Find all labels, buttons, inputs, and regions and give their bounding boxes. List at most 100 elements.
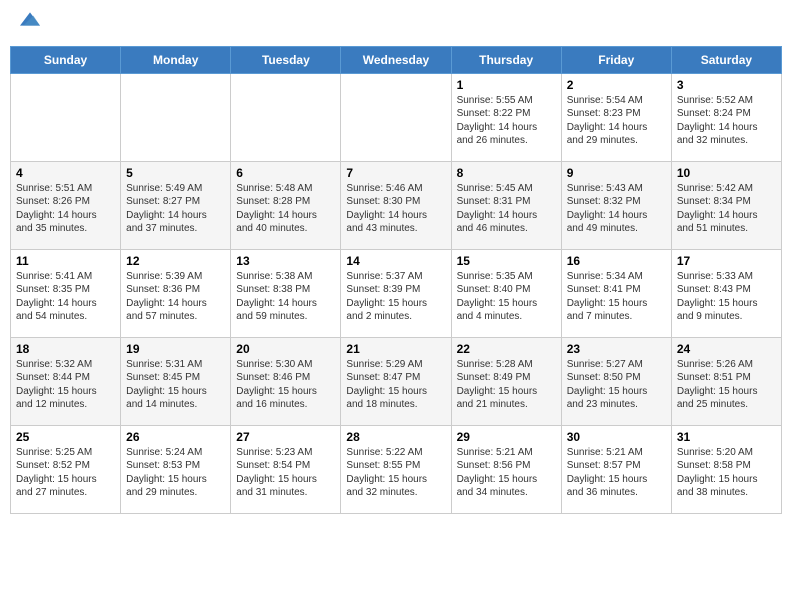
day-number: 31 [677, 430, 776, 444]
calendar-cell: 19 Sunrise: 5:31 AMSunset: 8:45 PMDayligh… [121, 337, 231, 425]
day-info: Sunrise: 5:33 AMSunset: 8:43 PMDaylight:… [677, 270, 776, 324]
day-info: Sunrise: 5:24 AMSunset: 8:53 PMDaylight:… [126, 446, 225, 500]
day-info: Sunrise: 5:21 AMSunset: 8:57 PMDaylight:… [567, 446, 666, 500]
day-number: 28 [346, 430, 445, 444]
day-info: Sunrise: 5:21 AMSunset: 8:56 PMDaylight:… [457, 446, 556, 500]
day-info: Sunrise: 5:22 AMSunset: 8:55 PMDaylight:… [346, 446, 445, 500]
calendar-cell: 16 Sunrise: 5:34 AMSunset: 8:41 PMDayligh… [561, 249, 671, 337]
calendar-week-5: 25Sunrise: 5:25 AMSunset: 8:52 PMDayligh… [11, 425, 782, 513]
logo-icon [20, 9, 40, 29]
day-info: Sunrise: 5:29 AMSunset: 8:47 PMDaylight:… [346, 358, 445, 412]
day-number: 10 [677, 166, 776, 180]
calendar-cell: 20 Sunrise: 5:30 AMSunset: 8:46 PMDayligh… [231, 337, 341, 425]
day-info: Sunrise: 5:31 AMSunset: 8:45 PMDaylight:… [126, 358, 225, 412]
calendar-week-4: 18 Sunrise: 5:32 AMSunset: 8:44 PMDayligh… [11, 337, 782, 425]
logo [18, 14, 40, 34]
calendar-week-1: 1 Sunrise: 5:55 AMSunset: 8:22 PMDaylight… [11, 73, 782, 161]
calendar-cell: 30 Sunrise: 5:21 AMSunset: 8:57 PMDayligh… [561, 425, 671, 513]
day-number: 18 [16, 342, 115, 356]
day-number: 5 [126, 166, 225, 180]
day-number: 7 [346, 166, 445, 180]
day-number: 17 [677, 254, 776, 268]
day-info: Sunrise: 5:37 AMSunset: 8:39 PMDaylight:… [346, 270, 445, 324]
calendar-cell: 18 Sunrise: 5:32 AMSunset: 8:44 PMDayligh… [11, 337, 121, 425]
calendar-cell: 17 Sunrise: 5:33 AMSunset: 8:43 PMDayligh… [671, 249, 781, 337]
day-number: 23 [567, 342, 666, 356]
calendar-cell: 27 Sunrise: 5:23 AMSunset: 8:54 PMDayligh… [231, 425, 341, 513]
calendar-cell [121, 73, 231, 161]
day-info: Sunrise: 5:30 AMSunset: 8:46 PMDaylight:… [236, 358, 335, 412]
calendar-cell: 3 Sunrise: 5:52 AMSunset: 8:24 PMDaylight… [671, 73, 781, 161]
calendar-cell [341, 73, 451, 161]
weekday-header-monday: Monday [121, 46, 231, 73]
calendar-week-3: 11 Sunrise: 5:41 AMSunset: 8:35 PMDayligh… [11, 249, 782, 337]
calendar-cell: 26 Sunrise: 5:24 AMSunset: 8:53 PMDayligh… [121, 425, 231, 513]
calendar-cell: 15Sunrise: 5:35 AMSunset: 8:40 PMDayligh… [451, 249, 561, 337]
day-number: 9 [567, 166, 666, 180]
calendar-cell: 7 Sunrise: 5:46 AMSunset: 8:30 PMDaylight… [341, 161, 451, 249]
calendar-cell: 2 Sunrise: 5:54 AMSunset: 8:23 PMDaylight… [561, 73, 671, 161]
day-number: 8 [457, 166, 556, 180]
calendar-cell: 1 Sunrise: 5:55 AMSunset: 8:22 PMDaylight… [451, 73, 561, 161]
calendar-cell: 12Sunrise: 5:39 AMSunset: 8:36 PMDayligh… [121, 249, 231, 337]
day-info: Sunrise: 5:51 AMSunset: 8:26 PMDaylight:… [16, 182, 115, 236]
day-number: 19 [126, 342, 225, 356]
calendar-cell: 22 Sunrise: 5:28 AMSunset: 8:49 PMDayligh… [451, 337, 561, 425]
calendar-cell: 28 Sunrise: 5:22 AMSunset: 8:55 PMDayligh… [341, 425, 451, 513]
day-info: Sunrise: 5:26 AMSunset: 8:51 PMDaylight:… [677, 358, 776, 412]
calendar-cell [231, 73, 341, 161]
day-number: 26 [126, 430, 225, 444]
day-number: 4 [16, 166, 115, 180]
calendar-cell: 24 Sunrise: 5:26 AMSunset: 8:51 PMDayligh… [671, 337, 781, 425]
day-number: 11 [16, 254, 115, 268]
day-info: Sunrise: 5:23 AMSunset: 8:54 PMDaylight:… [236, 446, 335, 500]
calendar-cell: 6 Sunrise: 5:48 AMSunset: 8:28 PMDaylight… [231, 161, 341, 249]
calendar-cell: 31 Sunrise: 5:20 AMSunset: 8:58 PMDayligh… [671, 425, 781, 513]
day-number: 27 [236, 430, 335, 444]
day-info: Sunrise: 5:52 AMSunset: 8:24 PMDaylight:… [677, 94, 776, 148]
day-info: Sunrise: 5:45 AMSunset: 8:31 PMDaylight:… [457, 182, 556, 236]
day-number: 24 [677, 342, 776, 356]
day-info: Sunrise: 5:39 AMSunset: 8:36 PMDaylight:… [126, 270, 225, 324]
day-number: 20 [236, 342, 335, 356]
day-info: Sunrise: 5:32 AMSunset: 8:44 PMDaylight:… [16, 358, 115, 412]
day-info: Sunrise: 5:28 AMSunset: 8:49 PMDaylight:… [457, 358, 556, 412]
day-info: Sunrise: 5:41 AMSunset: 8:35 PMDaylight:… [16, 270, 115, 324]
calendar-header: SundayMondayTuesdayWednesdayThursdayFrid… [11, 46, 782, 73]
calendar-cell: 25Sunrise: 5:25 AMSunset: 8:52 PMDayligh… [11, 425, 121, 513]
day-number: 14 [346, 254, 445, 268]
day-info: Sunrise: 5:49 AMSunset: 8:27 PMDaylight:… [126, 182, 225, 236]
page-header [10, 10, 782, 38]
day-info: Sunrise: 5:48 AMSunset: 8:28 PMDaylight:… [236, 182, 335, 236]
day-number: 13 [236, 254, 335, 268]
day-number: 29 [457, 430, 556, 444]
day-info: Sunrise: 5:20 AMSunset: 8:58 PMDaylight:… [677, 446, 776, 500]
calendar-cell: 9 Sunrise: 5:43 AMSunset: 8:32 PMDaylight… [561, 161, 671, 249]
day-info: Sunrise: 5:43 AMSunset: 8:32 PMDaylight:… [567, 182, 666, 236]
day-info: Sunrise: 5:46 AMSunset: 8:30 PMDaylight:… [346, 182, 445, 236]
day-info: Sunrise: 5:38 AMSunset: 8:38 PMDaylight:… [236, 270, 335, 324]
day-number: 22 [457, 342, 556, 356]
weekday-header-tuesday: Tuesday [231, 46, 341, 73]
calendar-cell: 5 Sunrise: 5:49 AMSunset: 8:27 PMDaylight… [121, 161, 231, 249]
weekday-header-thursday: Thursday [451, 46, 561, 73]
calendar-cell: 10 Sunrise: 5:42 AMSunset: 8:34 PMDayligh… [671, 161, 781, 249]
day-info: Sunrise: 5:42 AMSunset: 8:34 PMDaylight:… [677, 182, 776, 236]
day-number: 1 [457, 78, 556, 92]
calendar-cell: 8 Sunrise: 5:45 AMSunset: 8:31 PMDaylight… [451, 161, 561, 249]
calendar-cell: 11 Sunrise: 5:41 AMSunset: 8:35 PMDayligh… [11, 249, 121, 337]
day-info: Sunrise: 5:54 AMSunset: 8:23 PMDaylight:… [567, 94, 666, 148]
day-number: 25 [16, 430, 115, 444]
day-number: 30 [567, 430, 666, 444]
calendar-cell: 13 Sunrise: 5:38 AMSunset: 8:38 PMDayligh… [231, 249, 341, 337]
day-number: 6 [236, 166, 335, 180]
calendar-week-2: 4 Sunrise: 5:51 AMSunset: 8:26 PMDaylight… [11, 161, 782, 249]
day-number: 2 [567, 78, 666, 92]
day-info: Sunrise: 5:34 AMSunset: 8:41 PMDaylight:… [567, 270, 666, 324]
calendar-cell: 4 Sunrise: 5:51 AMSunset: 8:26 PMDaylight… [11, 161, 121, 249]
day-number: 3 [677, 78, 776, 92]
day-number: 15 [457, 254, 556, 268]
day-number: 16 [567, 254, 666, 268]
day-info: Sunrise: 5:55 AMSunset: 8:22 PMDaylight:… [457, 94, 556, 148]
calendar-cell: 29 Sunrise: 5:21 AMSunset: 8:56 PMDayligh… [451, 425, 561, 513]
